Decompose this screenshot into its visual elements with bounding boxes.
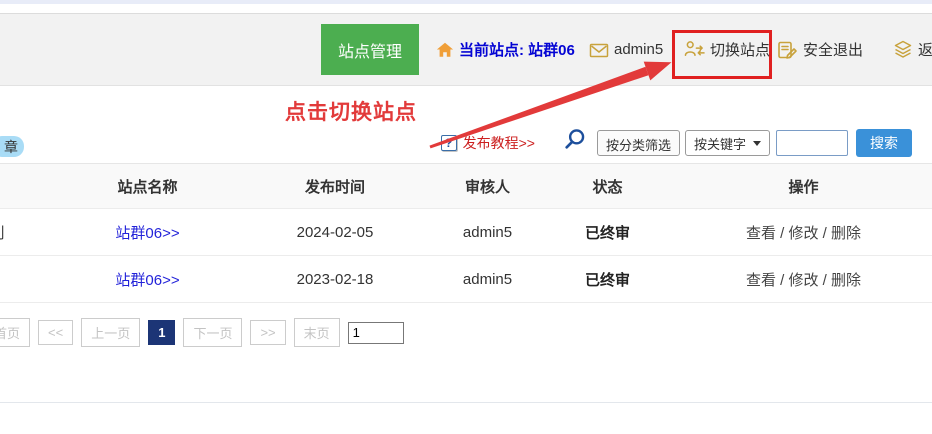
keyword-select-value: 按关键字 (694, 134, 746, 153)
switch-site-button[interactable]: 切换站点 (684, 24, 770, 75)
prev-page-button[interactable]: 上一页 (81, 318, 140, 347)
return-home-button[interactable]: 返回首页 (893, 24, 932, 75)
reviewer: admin5 (435, 271, 540, 288)
row-title-fragment: 刂 (0, 222, 60, 243)
header-reviewer: 审核人 (435, 176, 540, 197)
annotation-text: 点击切换站点 (285, 96, 417, 126)
fast-next-button[interactable]: >> (250, 320, 285, 345)
header-publish-date: 发布时间 (235, 176, 435, 197)
return-home-label: 返回首页 (918, 39, 932, 60)
status-badge: 已终审 (585, 225, 630, 242)
logout-doc-icon (777, 40, 798, 60)
first-page-button[interactable]: 首页 (0, 318, 30, 347)
fast-prev-button[interactable]: << (38, 320, 73, 345)
header-site-name: 站点名称 (60, 176, 235, 197)
switch-user-icon (684, 40, 705, 59)
layers-icon (893, 40, 913, 59)
page-number-input[interactable] (348, 322, 404, 344)
filter-by-category-button[interactable]: 按分类筛选 (597, 130, 680, 156)
admin-account[interactable]: admin5 (589, 24, 663, 75)
search-button[interactable]: 搜索 (856, 129, 912, 157)
header-actions: 操作 (675, 176, 932, 197)
row-action-links[interactable]: 查看 / 修改 / 删除 (746, 225, 861, 242)
reviewer: admin5 (435, 224, 540, 241)
logout-button[interactable]: 安全退出 (777, 24, 863, 75)
header-status: 状态 (540, 176, 675, 197)
bottom-divider (0, 402, 932, 403)
site-link[interactable]: 站群06>> (115, 225, 179, 242)
admin-label: admin5 (614, 41, 663, 58)
table-header-row: 站点名称 发布时间 审核人 状态 操作 (0, 163, 932, 209)
top-accent-strip (0, 0, 932, 4)
results-table: 站点名称 发布时间 审核人 状态 操作 刂 站群06>> 2024-02-05 … (0, 163, 932, 303)
search-magnifier-icon[interactable] (561, 128, 587, 158)
keyword-select[interactable]: 按关键字 (685, 130, 770, 156)
pagination: 首页 << 上一页 1 下一页 >> 末页 (0, 318, 404, 347)
table-row: 站群06>> 2023-02-18 admin5 已终审 查看 / 修改 / 删… (0, 256, 932, 303)
chevron-down-icon (753, 141, 761, 146)
next-page-button[interactable]: 下一页 (183, 318, 242, 347)
publish-date: 2024-02-05 (235, 224, 435, 241)
publish-tutorial-link[interactable]: 发布教程>> (463, 133, 535, 153)
row-action-links[interactable]: 查看 / 修改 / 删除 (746, 272, 861, 289)
site-link[interactable]: 站群06>> (115, 272, 179, 289)
logout-label: 安全退出 (803, 39, 863, 60)
publish-date: 2023-02-18 (235, 271, 435, 288)
home-icon (436, 41, 454, 59)
current-page-indicator: 1 (148, 320, 175, 345)
mail-icon (589, 41, 609, 59)
search-bar: ? 发布教程>> 按分类筛选 按关键字 搜索 (0, 127, 932, 159)
help-icon[interactable]: ? (441, 135, 457, 151)
last-page-button[interactable]: 末页 (294, 318, 340, 347)
site-manage-button[interactable]: 站点管理 (321, 24, 419, 75)
keyword-input[interactable] (776, 130, 848, 156)
table-row: 刂 站群06>> 2024-02-05 admin5 已终审 查看 / 修改 /… (0, 209, 932, 256)
status-badge: 已终审 (585, 272, 630, 289)
current-site-label: 当前站点: 站群06 (459, 39, 575, 60)
switch-site-label: 切换站点 (710, 39, 770, 60)
current-site-indicator: 当前站点: 站群06 (436, 24, 575, 75)
